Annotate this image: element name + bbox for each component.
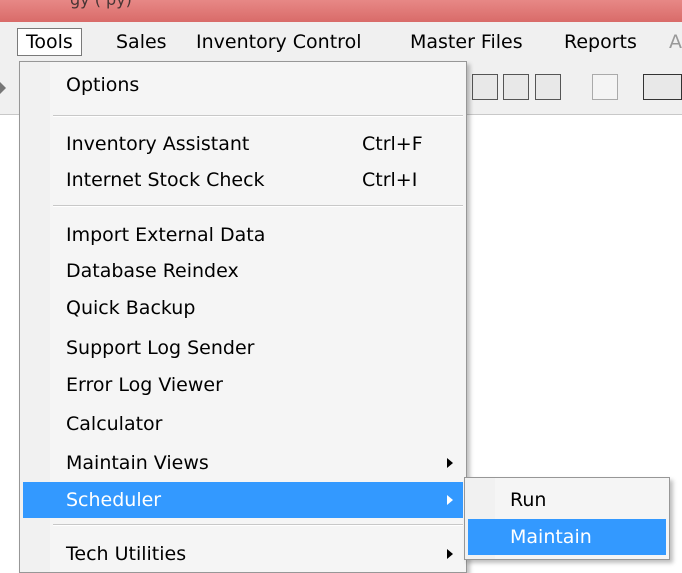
menu-item-database-reindex[interactable]: Database Reindex — [23, 253, 463, 289]
menu-item-shortcut: Ctrl+I — [362, 169, 418, 191]
menu-item-calculator[interactable]: Calculator — [23, 406, 463, 442]
menu-truncated[interactable]: A — [661, 28, 682, 56]
menu-inventory-control[interactable]: Inventory Control — [188, 28, 369, 56]
menu-item-quick-backup[interactable]: Quick Backup — [23, 290, 463, 326]
menu-item-label: Maintain Views — [66, 452, 209, 474]
window-title: gy ( py) — [70, 0, 132, 9]
menu-item-label: Error Log Viewer — [66, 374, 223, 396]
menu-item-label: Quick Backup — [66, 297, 196, 319]
submenu-item-maintain[interactable]: Maintain — [468, 519, 666, 555]
menu-item-label: Support Log Sender — [66, 337, 255, 359]
menu-item-support-log-sender[interactable]: Support Log Sender — [23, 330, 463, 366]
menu-separator — [53, 205, 463, 207]
menu-item-label: Tech Utilities — [66, 543, 187, 565]
menu-master-files[interactable]: Master Files — [402, 28, 531, 56]
menu-tools[interactable]: Tools — [17, 28, 82, 56]
submenu-item-label: Maintain — [510, 526, 592, 548]
toolbar-calculator-icon[interactable] — [535, 74, 561, 100]
toolbar-transfer-icon[interactable] — [643, 74, 682, 100]
toolbar-printer-icon[interactable] — [592, 74, 618, 100]
menu-item-error-log-viewer[interactable]: Error Log Viewer — [23, 367, 463, 403]
menu-item-shortcut: Ctrl+F — [362, 133, 423, 155]
menu-item-label: Import External Data — [66, 224, 266, 246]
window-titlebar: gy ( py) — [0, 0, 682, 22]
menu-item-label: Scheduler — [66, 489, 162, 511]
menu-item-tech-utilities[interactable]: Tech Utilities — [23, 536, 463, 572]
submenu-item-label: Run — [510, 489, 547, 511]
menu-reports[interactable]: Reports — [556, 28, 645, 56]
menu-separator — [53, 115, 463, 117]
scheduler-submenu: Run Maintain — [464, 477, 670, 560]
submenu-arrow-icon — [447, 458, 453, 468]
submenu-arrow-icon — [447, 495, 453, 505]
submenu-arrow-icon — [447, 549, 453, 559]
toolbar-window-icon[interactable] — [503, 74, 529, 100]
menu-item-label: Inventory Assistant — [66, 133, 250, 155]
menu-item-scheduler[interactable]: Scheduler — [23, 482, 463, 518]
menu-item-label: Internet Stock Check — [66, 169, 265, 191]
menu-item-options[interactable]: Options — [23, 67, 463, 103]
toolbar-scroll-arrow-icon[interactable] — [0, 82, 6, 94]
menu-item-maintain-views[interactable]: Maintain Views — [23, 445, 463, 481]
toolbar-book-icon[interactable] — [472, 74, 498, 100]
menu-sales[interactable]: Sales — [108, 28, 175, 56]
submenu-item-run[interactable]: Run — [468, 482, 666, 518]
menu-item-internet-stock-check[interactable]: Internet Stock Check Ctrl+I — [23, 162, 463, 198]
menu-item-label: Options — [66, 74, 140, 96]
menu-separator — [53, 524, 463, 526]
menu-bar: Tools Sales Inventory Control Master Fil… — [0, 22, 682, 63]
menu-item-import-external-data[interactable]: Import External Data — [23, 217, 463, 253]
menu-item-label: Database Reindex — [66, 260, 239, 282]
menu-item-label: Calculator — [66, 413, 163, 435]
menu-item-inventory-assistant[interactable]: Inventory Assistant Ctrl+F — [23, 126, 463, 162]
tools-menu: Options Inventory Assistant Ctrl+F Inter… — [19, 61, 467, 573]
